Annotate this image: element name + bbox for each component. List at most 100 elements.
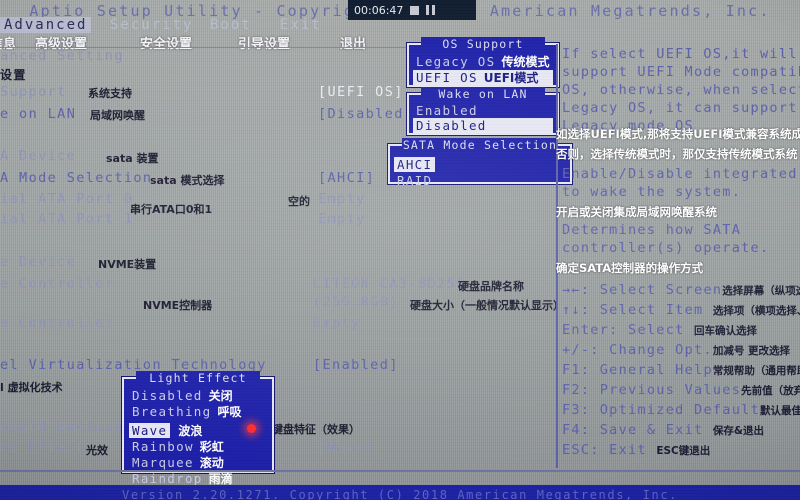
setting-sata-port-1: ial ATA Port 1	[0, 211, 133, 227]
key-hint-select-screen: →←: Select Screen选择屏幕（纵项选	[562, 282, 800, 298]
setting-nvme-capacity: (256.0GB)	[313, 294, 399, 310]
annotation-disk-size: 硬盘大小（一般情况默认显示）	[410, 299, 564, 312]
key: F2:	[562, 382, 591, 398]
key: ESC:	[562, 442, 600, 458]
annotation-disk-brand: 硬盘品牌名称	[458, 280, 524, 293]
popup-option-wave[interactable]: Wave	[129, 423, 171, 438]
key-hint-esc: ESC: Exit ESC键退出	[562, 442, 710, 458]
setting-label: A Mode Selection	[0, 170, 153, 186]
help-line: Legacy OS, it can support	[562, 100, 798, 116]
option-label: Wave	[132, 423, 168, 438]
key-label-cn: 先前值（放弃	[741, 385, 800, 397]
setting-label: A Device	[0, 148, 77, 164]
key-label: Select	[628, 322, 685, 338]
key-label-cn: 选择屏幕（纵项选	[722, 285, 800, 297]
setting-nvme-device: e Device	[0, 254, 76, 270]
key-label: Change Opt.	[609, 342, 713, 358]
key: ↑↓:	[562, 302, 591, 318]
help-line: OS, otherwise, when select	[562, 82, 800, 98]
footer-version: Version 2.20.1271. Copyright (C) 2018 Am…	[122, 488, 678, 500]
setting-nvme-controller-cn: NVME控制器	[143, 299, 213, 312]
stop-icon[interactable]	[410, 5, 420, 15]
popup-option-wol-enabled[interactable]: Enabled	[413, 103, 553, 118]
popup-light-effect-title: Light Effect	[136, 371, 260, 385]
section-title: anced Setting	[0, 48, 124, 64]
popup-option-breathing[interactable]: Breathing 呼吸	[129, 404, 267, 420]
setting-light-effect-value[interactable]: [Wave]	[318, 440, 375, 456]
popup-wake-on-lan[interactable]: Wake on LAN Enabled Disabled	[407, 87, 559, 135]
setting-nvme-device-cn: NVME装置	[98, 258, 157, 271]
key-label-cn: 选择项（横项选择、	[712, 305, 800, 317]
key: →←:	[562, 282, 591, 298]
popup-option-legacy-os[interactable]: Legacy OS 传统模式	[413, 54, 553, 70]
tab-exit[interactable]: Exit	[280, 17, 322, 33]
footer-divider	[0, 470, 800, 472]
key-label-cn: 常规帮助（通用帮助	[712, 365, 800, 377]
setting-light-effect[interactable]: nt Effect	[0, 440, 86, 456]
setting-sata-mode-value[interactable]: [AHCI]	[318, 170, 375, 186]
setting-label: ial ATA Port 0	[0, 191, 134, 207]
tab-boot-cn: 引导设置	[238, 37, 291, 52]
menu-bar: in Advanced Security Boot Exit	[0, 17, 382, 34]
setting-virtualization-value[interactable]: [Enabled]	[313, 357, 399, 373]
setting-sata-device: A Device	[0, 148, 76, 164]
popup-option-marquee[interactable]: Marquee 滚动	[129, 455, 267, 471]
tab-boot[interactable]: Boot	[210, 17, 252, 33]
footer-bar: Version 2.20.1271. Copyright (C) 2018 Am…	[0, 485, 800, 500]
popup-option-rainbow[interactable]: Rainbow 彩虹	[129, 439, 267, 455]
option-label: Legacy OS	[416, 54, 496, 69]
setting-os-support[interactable]: Support	[0, 84, 67, 100]
popup-wake-on-lan-title: Wake on LAN	[421, 87, 545, 101]
help-line: controller(s) operate.	[562, 240, 770, 256]
annotation-empty-cn: 空的	[288, 195, 310, 208]
setting-wake-on-lan-value[interactable]: [Disabled]	[318, 106, 413, 122]
help-line: Determines how SATA	[562, 222, 742, 238]
setting-nvme-controller-2-value: Empty	[313, 315, 361, 331]
annotation-sata-ports: 串行ATA口0和1	[130, 203, 213, 216]
key-hint-f4: F4: Save & Exit 保存&退出	[562, 422, 764, 438]
popup-option-wol-disabled[interactable]: Disabled	[413, 118, 553, 133]
virt-prefix: l	[0, 381, 4, 394]
setting-os-support-value[interactable]: [UEFI OS]	[318, 84, 404, 100]
key-label: Previous Values	[599, 382, 742, 398]
setting-wake-on-lan-cn: 局域网唤醒	[90, 109, 145, 122]
key-hint-f2: F2: Previous Values先前值（放弃	[562, 382, 800, 398]
key-hint-f1: F1: General Help常规帮助（通用帮助	[562, 362, 800, 378]
key: F3:	[562, 402, 591, 418]
setting-wake-on-lan[interactable]: e on LAN	[0, 106, 76, 122]
key-label-cn: 默认最佳	[760, 405, 800, 417]
setting-label: ial ATA Port 1	[0, 211, 134, 227]
setting-sata-device-cn: sata 装置	[106, 152, 159, 165]
help-line: If select UEFI OS,it will	[562, 46, 798, 62]
tab-advanced[interactable]: Advanced	[0, 17, 92, 33]
popup-option-uefi-os[interactable]: UEFI OS UEFI模式	[413, 70, 553, 86]
key-label: Select Item	[599, 302, 704, 318]
pause-icon[interactable]	[426, 5, 436, 15]
popup-option-disabled[interactable]: Disabled 关闭	[129, 388, 267, 404]
popup-sata-mode[interactable]: SATA Mode Selection AHCI RAID	[388, 138, 572, 188]
popup-os-support-title: OS Support	[421, 37, 545, 51]
setting-light-effect-cn: 光效	[86, 444, 108, 457]
popup-option-raid[interactable]: RAID	[394, 173, 566, 188]
help-line: Enable/Disable integrated	[562, 166, 798, 182]
key-label: Exit	[609, 442, 647, 458]
setting-label: Support	[0, 84, 67, 100]
option-label: Marquee	[132, 455, 194, 470]
setting-sata-port-0-value: Empty	[318, 191, 366, 207]
option-label-cn: 彩虹	[199, 440, 224, 454]
setting-sata-mode[interactable]: A Mode Selection	[0, 170, 152, 186]
virt-cn: 虚拟化技术	[7, 381, 63, 394]
key-label-cn: ESC键退出	[656, 445, 711, 457]
option-label: Rainbow	[132, 439, 194, 454]
key: F4:	[562, 422, 591, 438]
key-label: Save & Exit	[599, 422, 704, 438]
key-label-cn: 加减号 更改选择	[712, 345, 791, 357]
setting-label: e Device	[0, 254, 77, 270]
popup-os-support[interactable]: OS Support Legacy OS 传统模式 UEFI OS UEFI模式	[407, 37, 559, 87]
popup-sata-mode-title: SATA Mode Selection	[402, 138, 558, 152]
option-label: Breathing	[132, 404, 212, 419]
key-hint-f3: F3: Optimized Default默认最佳	[562, 402, 800, 418]
tab-security[interactable]: Security	[110, 17, 193, 33]
popup-option-ahci[interactable]: AHCI	[394, 157, 436, 172]
option-label-cn: 关闭	[208, 389, 233, 403]
